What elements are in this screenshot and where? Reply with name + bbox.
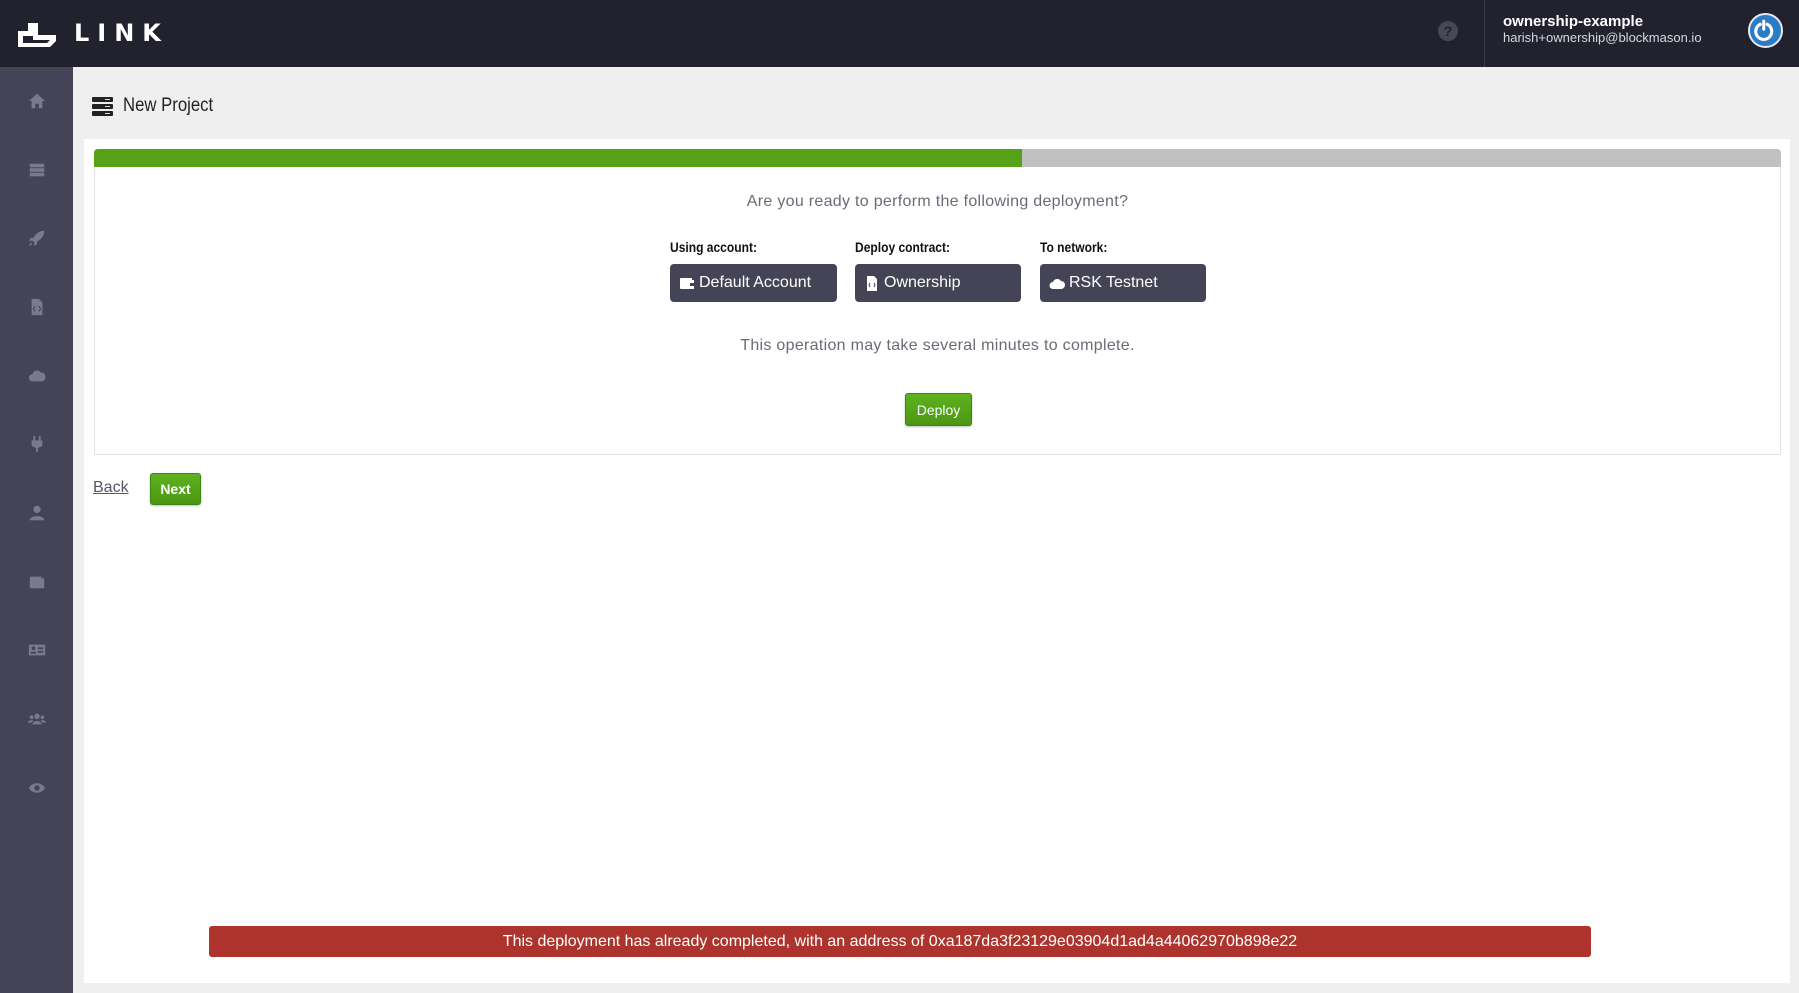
cloud-icon [1049, 278, 1065, 289]
deployment-question: Are you ready to perform the following d… [746, 193, 1129, 210]
code-file-icon [867, 275, 877, 291]
account-field: Using account: Default Account [670, 239, 837, 302]
network-label: To network: [1040, 239, 1108, 255]
sidebar-item-contracts[interactable] [0, 277, 73, 337]
wizard-progress-bar [94, 149, 1781, 167]
contract-pill[interactable]: Ownership [855, 264, 1021, 302]
next-button[interactable]: Next [150, 473, 201, 505]
home-icon [28, 93, 45, 109]
list-icon [29, 163, 44, 177]
header-divider [1484, 0, 1485, 67]
network-pill[interactable]: RSK Testnet [1040, 264, 1206, 302]
contract-value: Ownership [884, 274, 961, 291]
plug-icon [31, 435, 42, 453]
deploy-button[interactable]: Deploy [905, 393, 972, 426]
eye-icon [28, 783, 45, 793]
network-field: To network: RSK Testnet [1040, 239, 1206, 302]
account-value: Default Account [699, 274, 812, 291]
server-icon [92, 96, 113, 116]
contract-label: Deploy contract: [855, 239, 951, 255]
user-email: harish+ownership@blockmason.io [1503, 30, 1702, 45]
sidebar-item-projects[interactable] [0, 140, 73, 200]
user-icon [29, 505, 44, 521]
sidebar-item-connectors[interactable] [0, 414, 73, 474]
sidebar-item-identity[interactable] [0, 620, 73, 680]
users-icon [27, 713, 46, 725]
contract-field: Deploy contract: Ownership [855, 239, 1021, 302]
network-value: RSK Testnet [1069, 274, 1158, 291]
account-label: Using account: [670, 239, 757, 255]
sidebar-item-networks[interactable] [0, 346, 73, 406]
sidebar-item-account[interactable] [0, 483, 73, 543]
id-card-icon [28, 644, 45, 656]
user-name: ownership-example [1503, 13, 1644, 30]
sidebar-item-team[interactable] [0, 689, 73, 749]
power-button[interactable] [1748, 13, 1783, 48]
sidebar [0, 67, 73, 993]
sidebar-item-home[interactable] [0, 71, 73, 131]
wallet-icon [680, 277, 694, 289]
logo[interactable]: LINK [16, 17, 169, 49]
sidebar-item-wallet[interactable] [0, 552, 73, 612]
cloud-icon [28, 370, 46, 382]
page-title: New Project [123, 95, 214, 116]
deployment-card: Are you ready to perform the following d… [94, 167, 1781, 455]
link-logo-icon [18, 23, 56, 47]
wallet-icon [29, 576, 44, 589]
logo-text: LINK [74, 19, 169, 47]
top-header: LINK ? ownership-example harish+ownershi… [0, 0, 1799, 67]
code-file-icon [31, 298, 42, 316]
account-pill[interactable]: Default Account [670, 264, 837, 302]
user-info: ownership-example harish+ownership@block… [1503, 13, 1702, 45]
back-link[interactable]: Back [93, 479, 129, 497]
duration-note: This operation may take several minutes … [740, 337, 1135, 354]
power-icon [1754, 19, 1774, 41]
sidebar-item-deployments[interactable] [0, 208, 73, 268]
page-header: New Project [92, 95, 225, 117]
error-alert: This deployment has already completed, w… [209, 926, 1591, 957]
rocket-icon [28, 230, 44, 247]
alert-message: This deployment has already completed, w… [502, 932, 1298, 950]
sidebar-item-monitor[interactable] [0, 758, 73, 818]
progress-fill [94, 149, 1022, 167]
question-circle-icon[interactable]: ? [1438, 21, 1458, 41]
